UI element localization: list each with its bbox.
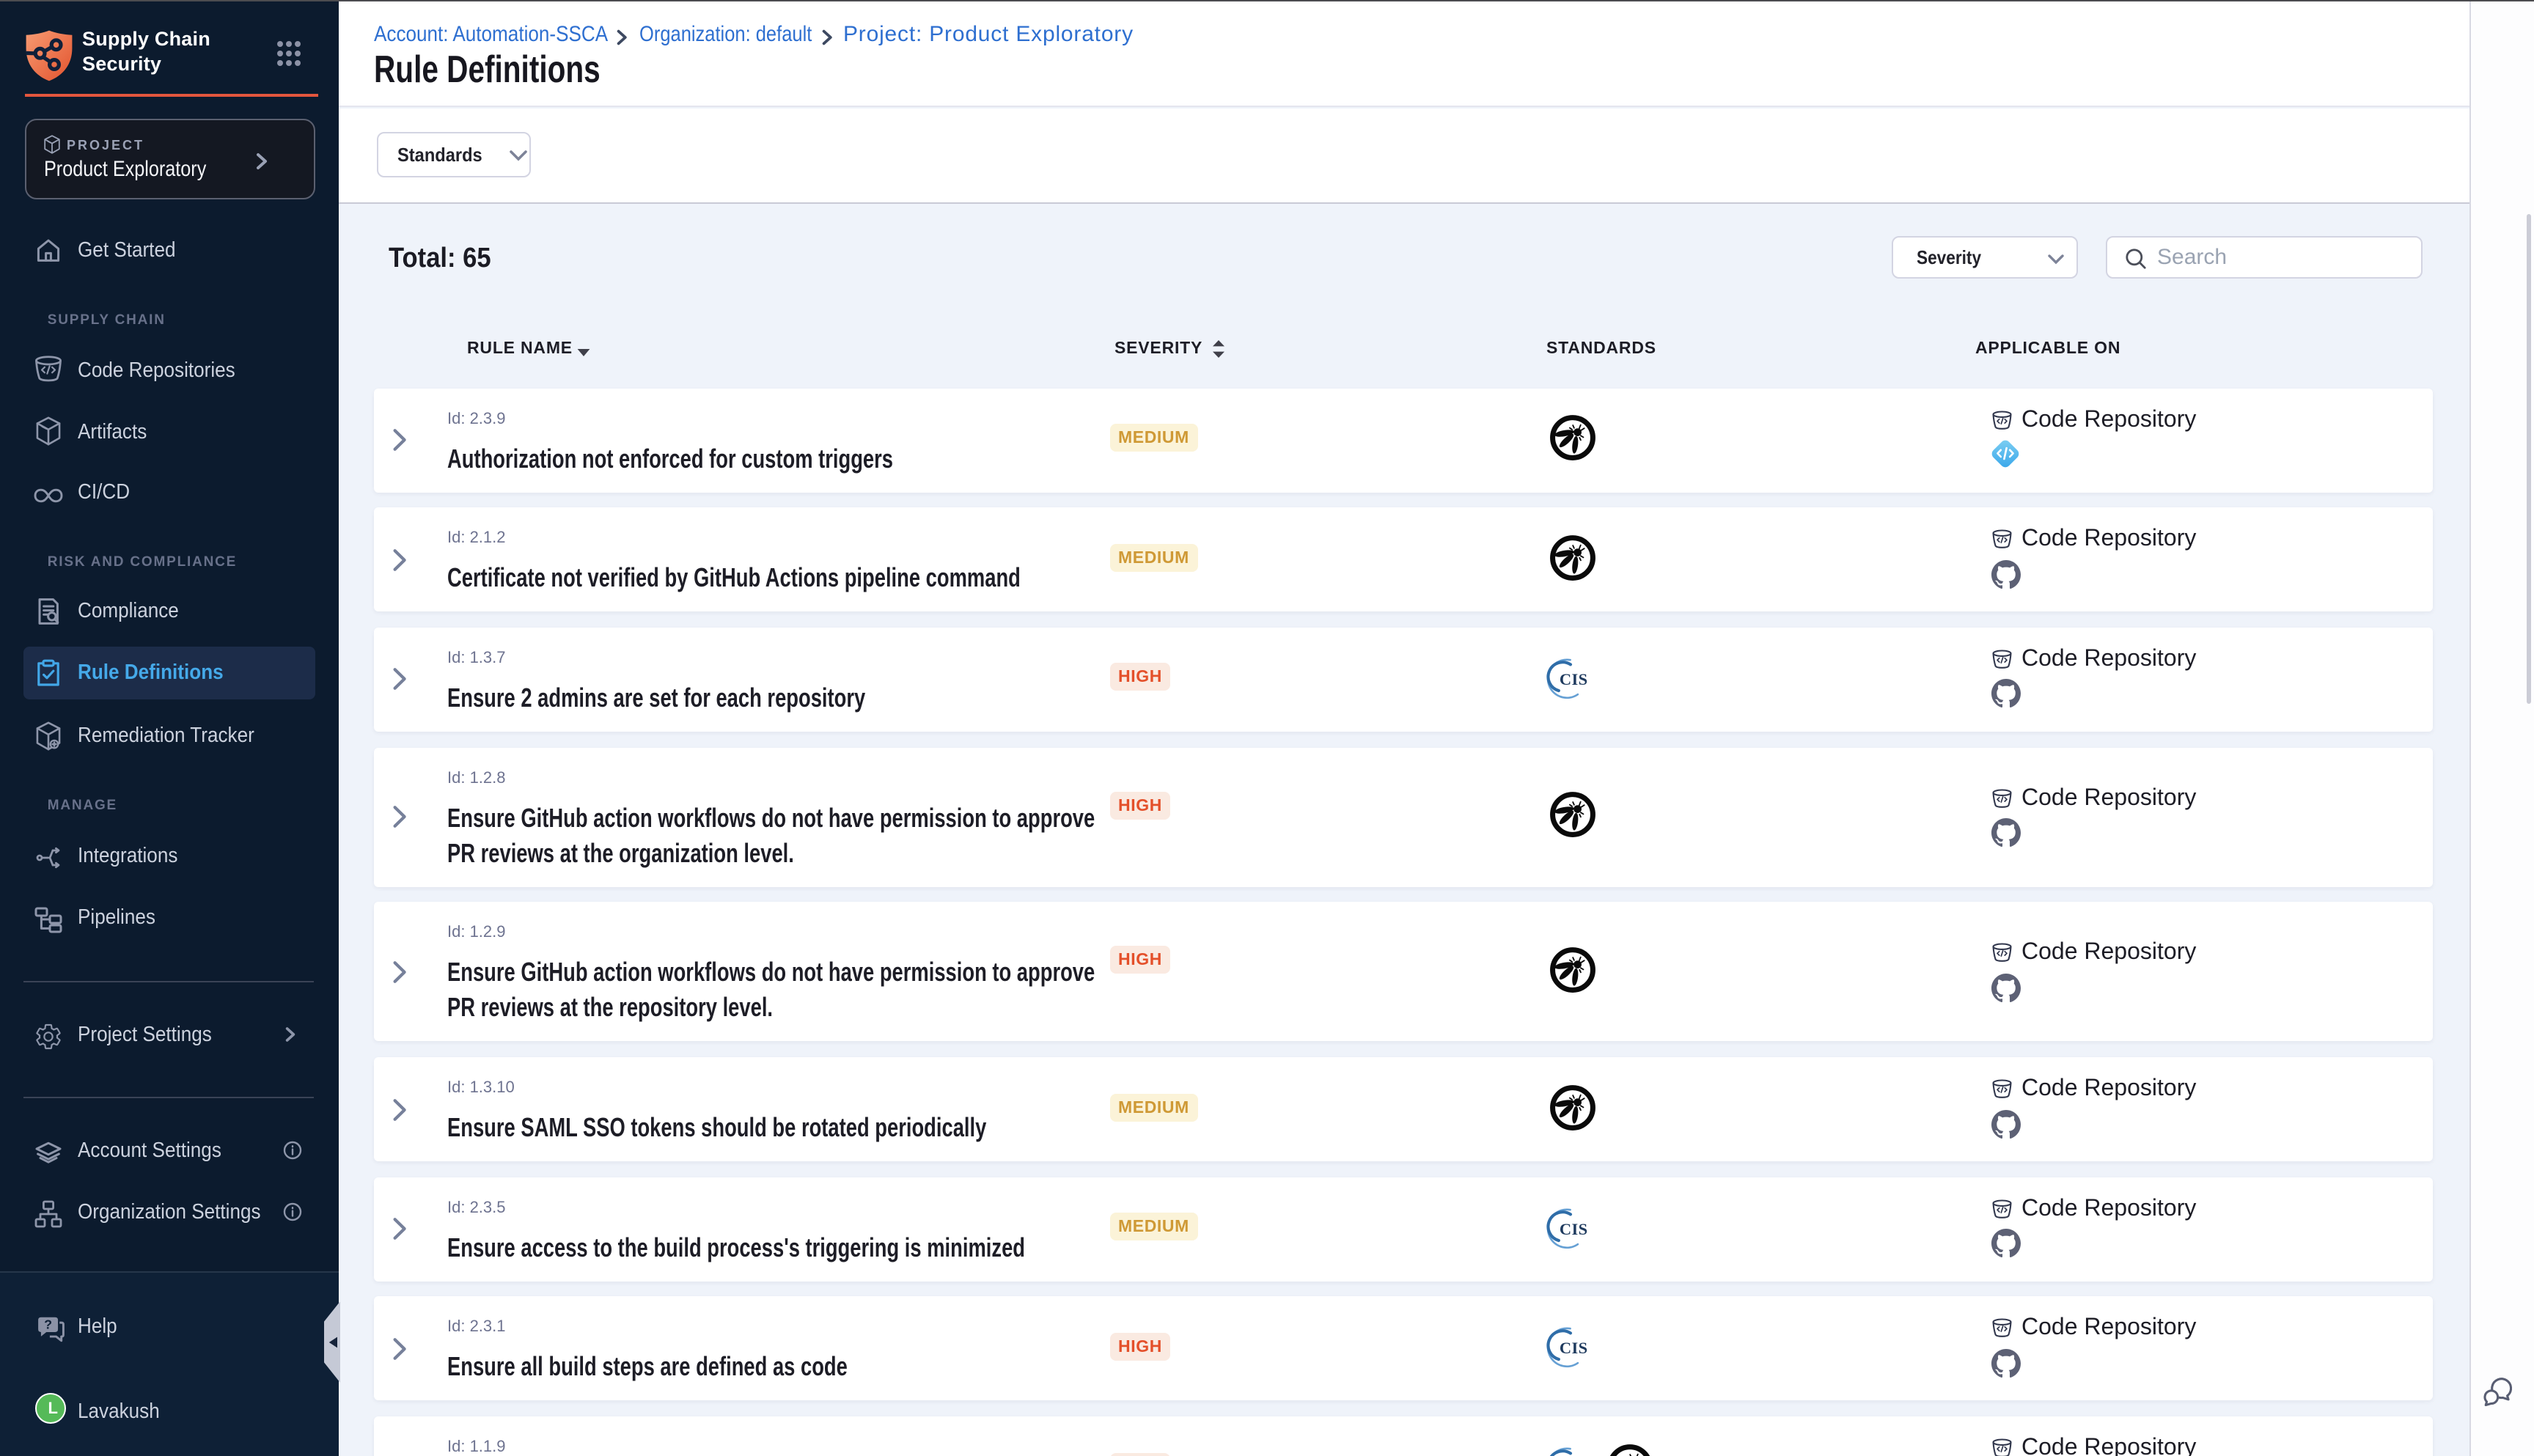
- svg-text:CIS: CIS: [1560, 1339, 1588, 1358]
- svg-text:CIS: CIS: [1560, 670, 1588, 688]
- svg-text:?: ?: [44, 1317, 52, 1332]
- svg-text:CIS: CIS: [1560, 1220, 1588, 1238]
